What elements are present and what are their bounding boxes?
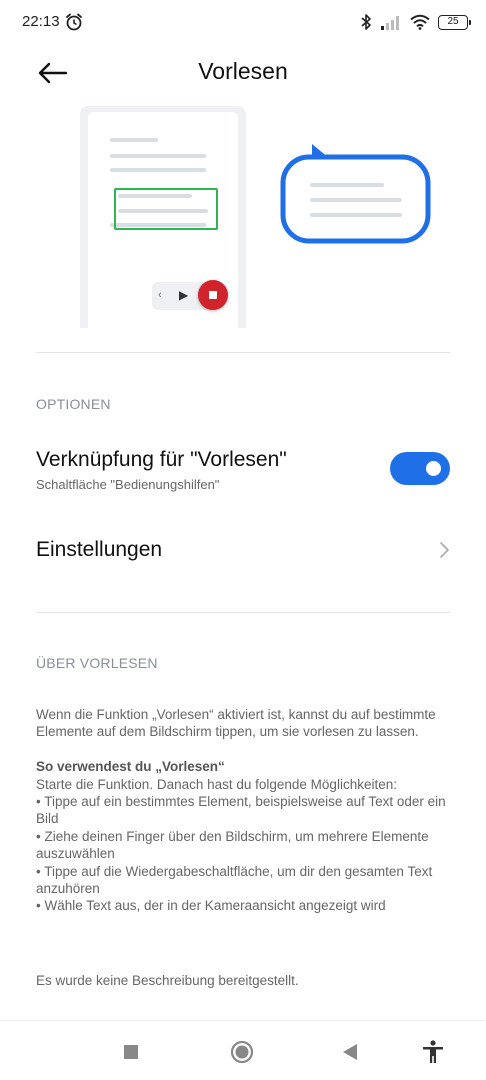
no-description-text: Es wurde keine Beschreibung bereitgestel… — [36, 973, 299, 988]
alarm-icon — [66, 13, 82, 31]
shortcut-toggle[interactable] — [390, 452, 450, 485]
navigation-bar — [0, 1020, 486, 1080]
shortcut-title: Verknüpfung für "Vorlesen" — [36, 448, 287, 471]
page-title: Vorlesen — [198, 58, 288, 84]
status-bar: 22:13 25 — [0, 0, 486, 46]
howto-line: • Tippe auf ein bestimmtes Element, beis… — [36, 794, 446, 827]
play-icon: ▶ — [179, 288, 189, 302]
status-time: 22:13 — [22, 13, 60, 30]
feature-illustration: ‹ ▶ — [0, 106, 486, 328]
howto-line: • Ziehe deinen Finger über den Bildschir… — [36, 828, 429, 862]
header: Vorlesen — [0, 46, 486, 102]
accessibility-icon[interactable] — [420, 1039, 446, 1065]
speech-bubble-icon — [280, 144, 431, 244]
wifi-icon — [410, 14, 430, 30]
screen: 22:13 25 Vorlesen ‹ ▶ OPTIONEN Verknüpfu… — [0, 0, 486, 1080]
shortcut-subtitle: Schaltfläche "Bedienungshilfen" — [36, 477, 220, 492]
phone-illustration: ‹ ▶ — [80, 106, 246, 328]
section-label-about: ÜBER VORLESEN — [36, 655, 158, 671]
chevron-right-icon — [440, 542, 449, 558]
signal-icon — [381, 16, 399, 30]
shortcut-toggle-row[interactable]: Verknüpfung für "Vorlesen" Schaltfläche … — [0, 440, 486, 502]
battery-icon: 25 — [438, 14, 471, 30]
phone-screen: ‹ ▶ — [88, 112, 238, 328]
howto-line: • Tippe auf die Wiedergabeschaltfläche, … — [36, 863, 433, 897]
toggle-knob — [426, 461, 441, 476]
bluetooth-icon — [361, 14, 371, 30]
status-icons: 25 — [360, 11, 471, 33]
divider — [36, 612, 450, 613]
home-circle-icon[interactable] — [229, 1039, 255, 1065]
settings-title: Einstellungen — [36, 538, 163, 561]
settings-row[interactable]: Einstellungen — [0, 522, 486, 580]
section-label-options: OPTIONEN — [36, 396, 111, 412]
selected-text-highlight — [114, 188, 218, 230]
chevron-left-icon: ‹ — [158, 289, 162, 301]
howto-title: So verwendest du „Vorlesen“ — [36, 759, 225, 775]
stop-icon — [198, 280, 228, 310]
recents-square-icon[interactable] — [118, 1039, 144, 1065]
howto-line: Starte die Funktion. Danach hast du folg… — [36, 776, 397, 792]
about-intro: Wenn die Funktion „Vorlesen“ aktiviert i… — [36, 707, 436, 740]
divider — [36, 352, 450, 353]
about-description: Wenn die Funktion „Vorlesen“ aktiviert i… — [36, 706, 452, 915]
howto-line: • Wähle Text aus, der in der Kameraansic… — [36, 898, 386, 914]
back-triangle-icon[interactable] — [338, 1039, 364, 1065]
